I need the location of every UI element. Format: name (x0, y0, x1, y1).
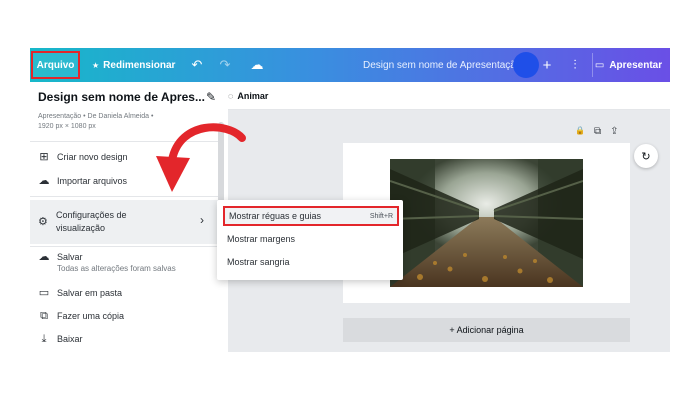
cloud-check-icon: ☁ (38, 251, 50, 263)
submenu-item-bleed[interactable]: Mostrar sangria (223, 252, 399, 272)
design-title-row: Design sem nome de Apres... ✎ (38, 90, 216, 104)
cloud-save-icon[interactable]: ☁ (248, 48, 266, 82)
present-icon: ▭ (594, 59, 605, 71)
save-label: Salvar (57, 252, 83, 262)
top-toolbar: Arquivo ★ Redimensionar ↶ ↷ ☁ Design sem… (30, 48, 670, 82)
duplicate-page-icon[interactable]: ⧉ (594, 126, 601, 137)
submenu-item-rulers-guides[interactable]: Mostrar réguas e guias Shift+R (223, 206, 399, 226)
present-label: Apresentar (609, 59, 663, 71)
menu-item-label: Criar novo design (57, 152, 128, 162)
divider (30, 246, 218, 247)
save-status: Todas as alterações foram salvas (57, 264, 176, 273)
lock-icon[interactable]: 🔒 (575, 126, 585, 137)
view-settings-label: Configurações de visualização (56, 209, 127, 235)
document-title[interactable]: Design sem nome de Apresentação (363, 48, 521, 82)
design-meta-size: 1920 px × 1080 px (38, 123, 96, 130)
animate-label: Animar (237, 91, 269, 101)
menu-item-create-design[interactable]: ⊞ Criar novo design (38, 151, 128, 163)
resize-icon: ★ (92, 60, 100, 70)
red-arrow-annotation (156, 123, 246, 192)
present-button[interactable]: ▭ Apresentar (592, 53, 664, 77)
page-actions: 🔒 ⧉ ⇪ (575, 126, 619, 137)
menu-item-save[interactable]: ☁ Salvar Todas as alterações foram salva… (38, 251, 176, 274)
chevron-right-icon: › (200, 213, 204, 227)
design-title[interactable]: Design sem nome de Apres... (38, 90, 205, 104)
plus-icon[interactable]: + (538, 48, 556, 82)
submenu-item-label: Mostrar réguas e guias (229, 211, 322, 221)
menu-item-label: Fazer uma cópia (57, 311, 125, 321)
menu-item-label: Importar arquivos (57, 176, 128, 186)
menu-item-download[interactable]: ⤓ Baixar (38, 334, 83, 345)
bridge-photo[interactable] (390, 159, 583, 287)
menu-item-save-folder[interactable]: ▭ Salvar em pasta (38, 288, 122, 299)
shortcut-hint: Shift+R (369, 212, 393, 220)
add-page-button[interactable]: + Adicionar página (343, 318, 630, 342)
menu-item-label: Baixar (57, 334, 83, 344)
resize-button[interactable]: ★ Redimensionar (92, 48, 175, 82)
resize-label: Redimensionar (103, 59, 176, 71)
design-meta-author: Apresentação • De Daniela Almeida • (38, 113, 154, 120)
redo-icon[interactable]: ↷ (216, 48, 234, 82)
menu-item-view-settings[interactable]: ⚙ Configurações de visualização › (30, 200, 218, 244)
menu-item-import-files[interactable]: ☁ Importar arquivos (38, 175, 128, 187)
new-design-icon: ⊞ (39, 151, 49, 163)
animate-button[interactable]: ◌ Animar (228, 82, 268, 110)
upload-cloud-icon: ☁ (38, 175, 50, 187)
menu-item-make-copy[interactable]: ⧉ Fazer uma cópia (38, 311, 124, 322)
gear-icon: ⚙ (38, 216, 48, 228)
folder-icon: ▭ (38, 287, 50, 299)
refresh-icon[interactable]: ↻ (634, 144, 658, 168)
menu-item-label: Salvar em pasta (57, 288, 123, 298)
submenu-item-margins[interactable]: Mostrar margens (223, 229, 399, 249)
submenu-item-label: Mostrar sangria (227, 257, 290, 267)
animate-icon: ◌ (228, 91, 234, 101)
chart-icon[interactable]: ⫶ (566, 48, 584, 82)
pencil-icon[interactable]: ✎ (206, 90, 216, 104)
submenu-item-label: Mostrar margens (227, 234, 296, 244)
bridge-image (390, 159, 583, 287)
add-page-icon[interactable]: ⇪ (610, 126, 618, 137)
undo-icon[interactable]: ↶ (188, 48, 206, 82)
view-settings-submenu: Mostrar réguas e guias Shift+R Mostrar m… (217, 200, 403, 280)
view-settings-line2: visualização (56, 223, 106, 233)
download-icon: ⤓ (41, 333, 47, 345)
canva-editor: Arquivo ★ Redimensionar ↶ ↷ ☁ Design sem… (30, 48, 670, 352)
design-meta: Apresentação • De Daniela Almeida • 1920… (38, 112, 153, 132)
copy-icon: ⧉ (40, 310, 48, 322)
editor-toolbar: ◌ Animar (228, 82, 670, 110)
avatar[interactable] (513, 52, 539, 78)
file-menu-button[interactable]: Arquivo (31, 51, 80, 79)
view-settings-line1: Configurações de (56, 210, 127, 220)
